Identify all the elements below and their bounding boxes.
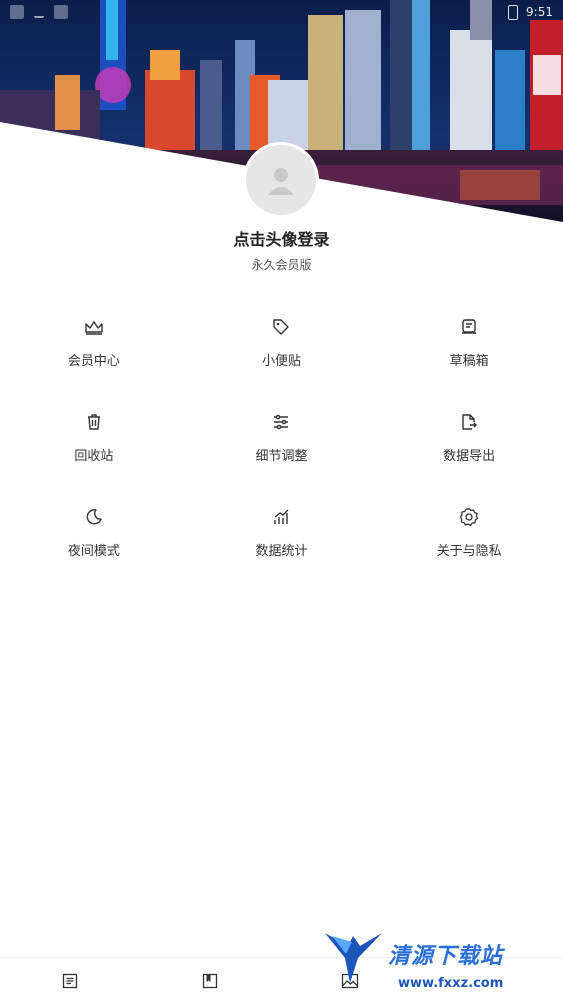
status-time: 9:51 xyxy=(526,5,553,19)
status-bar: 9:51 xyxy=(0,0,563,24)
list-icon xyxy=(62,973,78,988)
menu-item-label: 数据统计 xyxy=(255,544,308,559)
sliders-icon xyxy=(270,411,292,433)
book-icon xyxy=(202,973,218,988)
image-icon xyxy=(341,973,359,988)
avatar[interactable] xyxy=(246,145,316,215)
menu-item-label: 会员中心 xyxy=(67,354,120,369)
menu-item-sticky-notes[interactable]: 小便贴 xyxy=(188,300,376,395)
menu-item-label: 草稿箱 xyxy=(449,354,489,369)
menu-item-label: 关于与隐私 xyxy=(436,544,502,559)
tag-icon xyxy=(270,316,292,338)
menu-item-label: 夜间模式 xyxy=(67,544,120,559)
login-prompt[interactable]: 点击头像登录 xyxy=(0,226,563,250)
app-notification-icon xyxy=(10,5,24,19)
crown-icon xyxy=(83,316,105,338)
menu-item-label: 小便贴 xyxy=(261,354,301,369)
menu-item-data-export[interactable]: 数据导出 xyxy=(375,395,563,490)
gear-icon xyxy=(458,506,480,528)
menu-item-label: 回收站 xyxy=(74,449,114,464)
membership-label: 永久会员版 xyxy=(251,258,312,272)
moon-icon xyxy=(83,506,105,528)
bottom-nav xyxy=(0,957,563,1003)
nav-notebook-button[interactable] xyxy=(140,973,280,989)
menu-item-label: 细节调整 xyxy=(255,449,308,464)
notification-icon xyxy=(54,5,68,19)
menu-item-member-center[interactable]: 会员中心 xyxy=(0,300,188,395)
menu-item-statistics[interactable]: 数据统计 xyxy=(188,490,376,585)
battery-icon xyxy=(508,4,519,20)
menu-item-detail-adjust[interactable]: 细节调整 xyxy=(188,395,376,490)
menu-item-night-mode[interactable]: 夜间模式 xyxy=(0,490,188,585)
user-silhouette-icon xyxy=(268,168,294,195)
trash-icon xyxy=(83,411,105,433)
draft-box-icon xyxy=(458,316,480,338)
nav-notes-button[interactable] xyxy=(0,973,140,989)
bar-chart-icon xyxy=(270,506,292,528)
menu-item-recycle-bin[interactable]: 回收站 xyxy=(0,395,188,490)
file-export-icon xyxy=(458,411,480,433)
menu-item-about-privacy[interactable]: 关于与隐私 xyxy=(375,490,563,585)
download-icon xyxy=(34,6,44,18)
nav-profile-button[interactable] xyxy=(280,973,420,989)
menu-item-drafts[interactable]: 草稿箱 xyxy=(375,300,563,395)
feature-grid: 会员中心 小便贴 草稿箱 回收站 细节调整 数据导出 夜间模式 数据统计 关于与… xyxy=(0,300,563,585)
menu-item-label: 数据导出 xyxy=(443,449,496,464)
